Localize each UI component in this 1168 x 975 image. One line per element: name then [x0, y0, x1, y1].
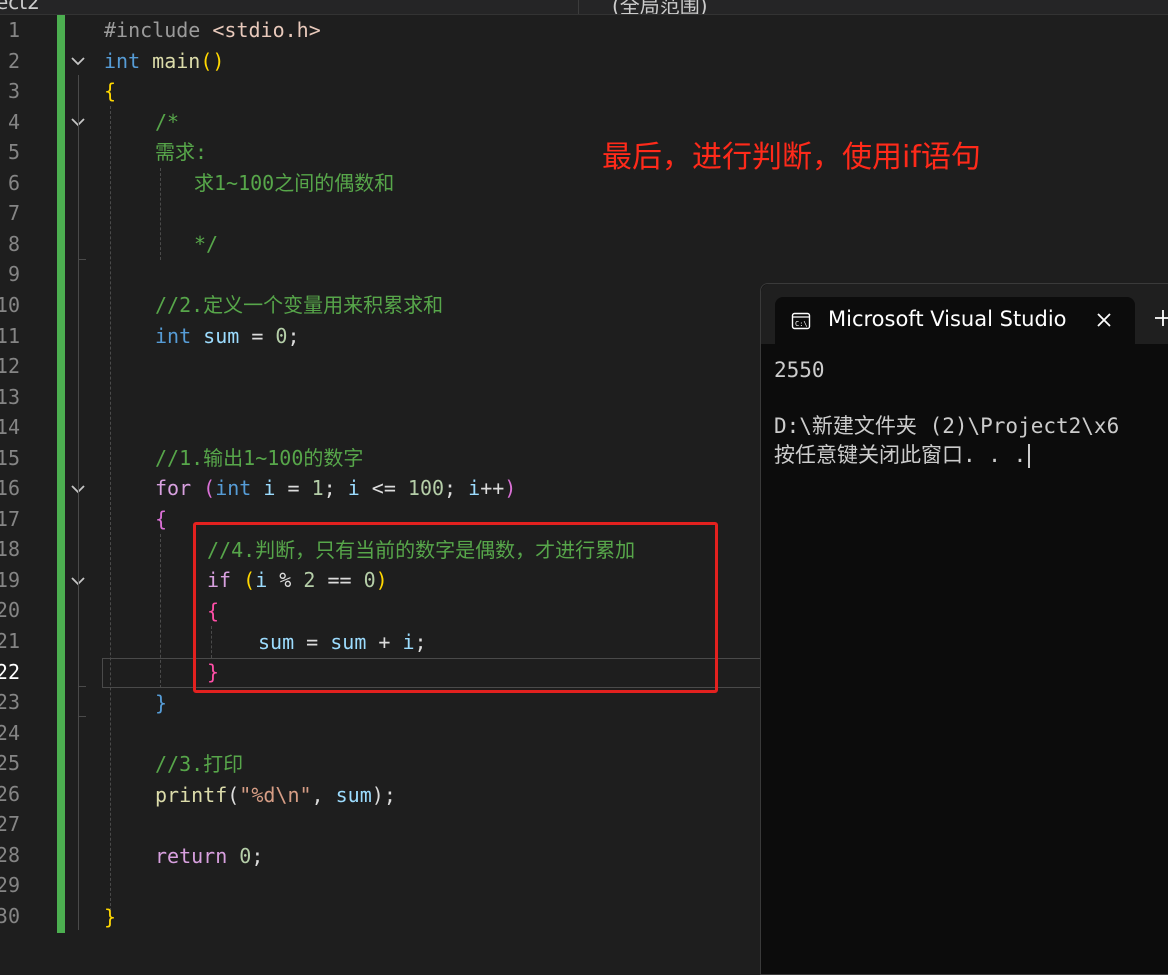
line-number: 12	[0, 354, 20, 379]
line-number: 11	[0, 323, 20, 348]
line-number: 1	[7, 18, 20, 42]
indent-guide	[160, 168, 161, 260]
line-number: 6	[7, 170, 20, 195]
code-line-1: #include <stdio.h>	[104, 18, 321, 42]
code-line-28: return 0;	[155, 844, 264, 868]
code-line-2: int main()	[104, 49, 225, 73]
fold-range-end	[78, 259, 86, 260]
plus-icon[interactable]	[1153, 308, 1168, 328]
line-number: 20	[0, 598, 20, 623]
line-number: 26	[0, 781, 20, 806]
line-number: 8	[7, 231, 20, 256]
line-number: 10	[0, 292, 20, 317]
fold-chevron-icon[interactable]	[70, 53, 86, 69]
text-cursor	[1028, 444, 1031, 468]
line-number: 27	[0, 812, 20, 837]
code-line-5: 需求:	[155, 140, 208, 164]
code-line-8: */	[194, 232, 219, 256]
line-number: 21	[0, 629, 20, 653]
navbar-divider	[578, 0, 579, 14]
code-line-6: 求1~100之间的偶数和	[194, 171, 395, 195]
line-number: 7	[7, 201, 20, 226]
line-number: 25	[0, 751, 20, 776]
code-line-25: //3.打印	[155, 752, 244, 776]
line-number: 30	[0, 903, 20, 928]
line-number: 15	[0, 445, 20, 470]
code-line-4: /*	[155, 110, 180, 134]
console-tab[interactable]: C:\ Microsoft Visual Studio	[775, 297, 1135, 344]
line-number: 16	[0, 476, 20, 501]
annotation-note: 最后，进行判断，使用if语句	[602, 140, 981, 175]
line-number: 14	[0, 415, 20, 440]
editor-navigation-bar: ect2 (全局范围)	[0, 0, 1168, 15]
line-number: 2	[7, 48, 20, 73]
svg-text:C:\: C:\	[795, 320, 808, 328]
line-number: 13	[0, 384, 20, 409]
line-number-gutter: 1 2 3 4 5 6 7 8 9 10 11 12 13 14 15 16 17 18 19 20 21 22 23 24 2…	[0, 15, 58, 960]
line-number: 24	[0, 720, 20, 745]
code-line-30: }	[104, 905, 117, 929]
code-line-23: }	[155, 691, 168, 715]
code-line-15: //1.输出1~100的数字	[155, 446, 364, 470]
line-number: 9	[7, 262, 20, 287]
console-tab-title: Microsoft Visual Studio	[828, 307, 1067, 331]
close-icon[interactable]	[1093, 309, 1115, 331]
change-indicator-bar	[57, 15, 65, 933]
code-line-3: {	[104, 79, 117, 103]
line-number: 5	[7, 140, 20, 165]
console-output-result: 2550	[774, 358, 825, 382]
scope-dropdown-label[interactable]: (全局范围)	[612, 0, 708, 14]
console-output-prompt: 按任意键关闭此窗口. . .	[774, 441, 1031, 469]
line-number: 4	[7, 109, 20, 134]
code-line-17: {	[155, 507, 168, 531]
line-number: 17	[0, 506, 20, 531]
line-number: 18	[0, 537, 20, 562]
code-line-10: //2.定义一个变量用来积累求和	[155, 293, 444, 317]
project-dropdown-label[interactable]: ect2	[0, 0, 40, 14]
line-number: 28	[0, 842, 20, 867]
line-number: 19	[0, 567, 20, 592]
line-number: 29	[0, 873, 20, 898]
indent-guide	[110, 106, 111, 926]
highlight-annotation-box	[193, 522, 718, 693]
code-line-26: printf("%d\n", sum);	[155, 783, 396, 807]
fold-range-line	[78, 75, 79, 930]
code-line-11: int sum = 0;	[155, 324, 300, 348]
console-window[interactable]: C:\ Microsoft Visual Studio 2550 D:\新建文件…	[760, 283, 1168, 975]
code-line-16: for (int i = 1; i <= 100; i++)	[155, 476, 517, 500]
terminal-icon: C:\	[791, 311, 811, 331]
console-tab-strip: C:\ Microsoft Visual Studio	[761, 284, 1168, 344]
fold-range-end	[78, 716, 86, 717]
fold-range-end	[78, 686, 86, 687]
line-number: 3	[7, 79, 20, 104]
console-output-path: D:\新建文件夹 (2)\Project2\x6	[774, 414, 1120, 438]
line-number: 23	[0, 690, 20, 715]
line-number: 22	[0, 659, 20, 684]
